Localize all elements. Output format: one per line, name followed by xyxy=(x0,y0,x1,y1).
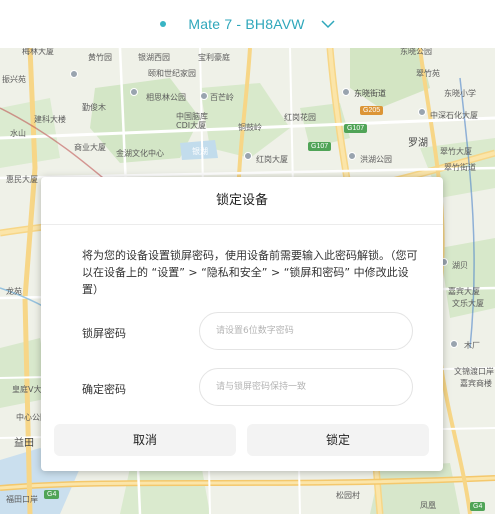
lock-password-label: 锁屏密码 xyxy=(82,327,126,340)
dialog-title: 锁定设备 xyxy=(41,177,443,225)
lock-device-dialog: 锁定设备 将为您的设备设置锁屏密码，使用设备前需要输入此密码解锁。（您可以在设备… xyxy=(41,177,443,471)
chevron-down-icon[interactable] xyxy=(321,19,335,29)
lock-password-input[interactable]: 请设置6位数字密码 xyxy=(199,312,413,350)
confirm-password-input[interactable]: 请与锁屏密码保持一致 xyxy=(199,368,413,406)
device-name[interactable]: Mate 7 - BH8AVW xyxy=(188,16,304,32)
device-status-dot xyxy=(160,21,167,27)
confirm-password-label: 确定密码 xyxy=(82,383,126,396)
device-selector-bar[interactable]: Mate 7 - BH8AVW xyxy=(0,0,495,48)
lock-button[interactable]: 锁定 xyxy=(247,424,429,456)
cancel-button[interactable]: 取消 xyxy=(54,424,236,456)
dialog-description: 将为您的设备设置锁屏密码，使用设备前需要输入此密码解锁。（您可以在设备上的 “设… xyxy=(82,249,418,296)
